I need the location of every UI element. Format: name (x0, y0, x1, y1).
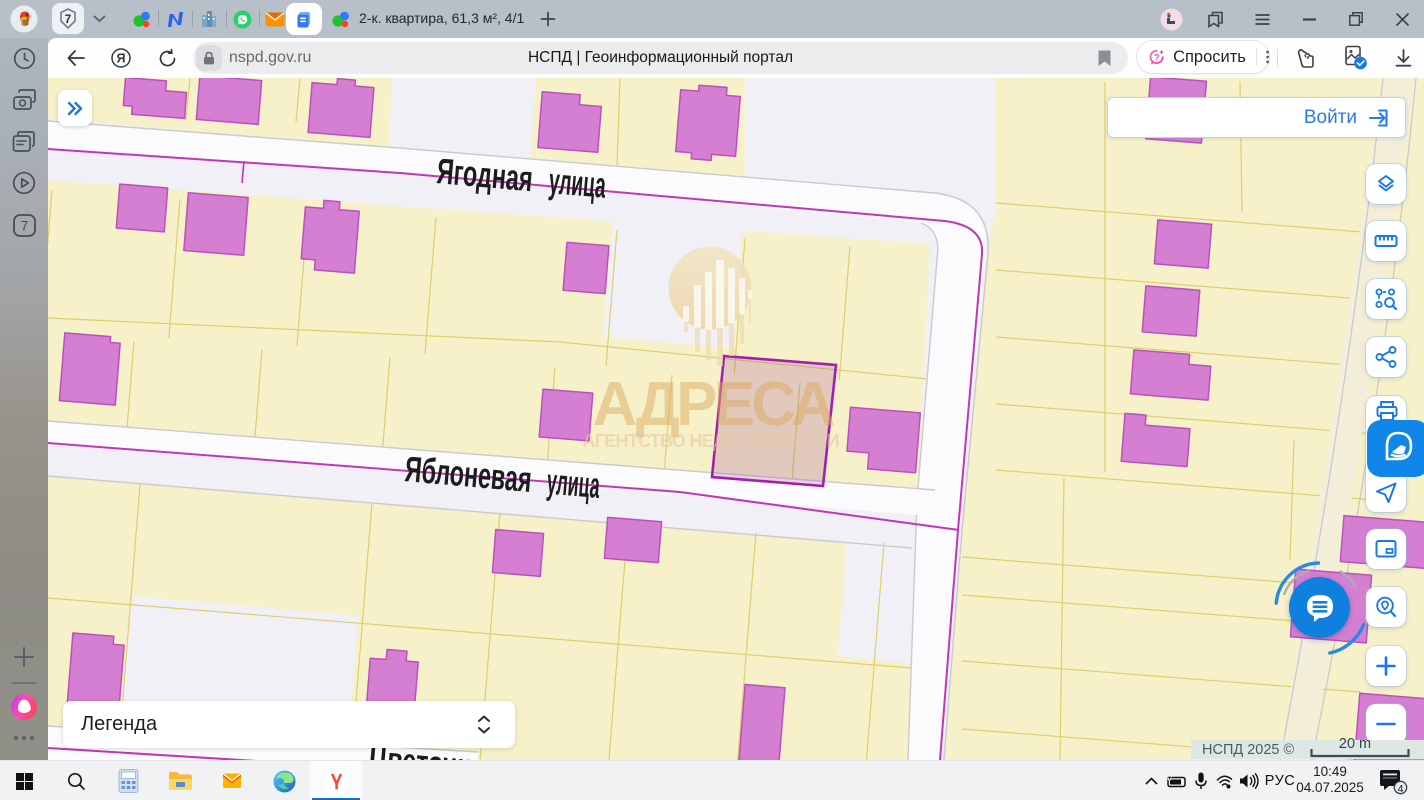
svg-text:Ягодная: Ягодная (435, 150, 534, 199)
svg-text:АГЕНТСТВО НЕДВИЖИМОСТИ: АГЕНТСТВО НЕДВИЖИМОСТИ (583, 431, 840, 451)
svg-text:7: 7 (65, 12, 72, 26)
svg-text:?: ? (1154, 52, 1160, 62)
svg-text:улица: улица (547, 160, 608, 206)
svg-text:7: 7 (20, 218, 28, 233)
svg-text:4: 4 (1398, 783, 1404, 795)
svg-text:АДРЕСА: АДРЕСА (593, 370, 836, 439)
svg-text:улица: улица (545, 461, 602, 507)
svg-text:Я: Я (117, 52, 126, 66)
